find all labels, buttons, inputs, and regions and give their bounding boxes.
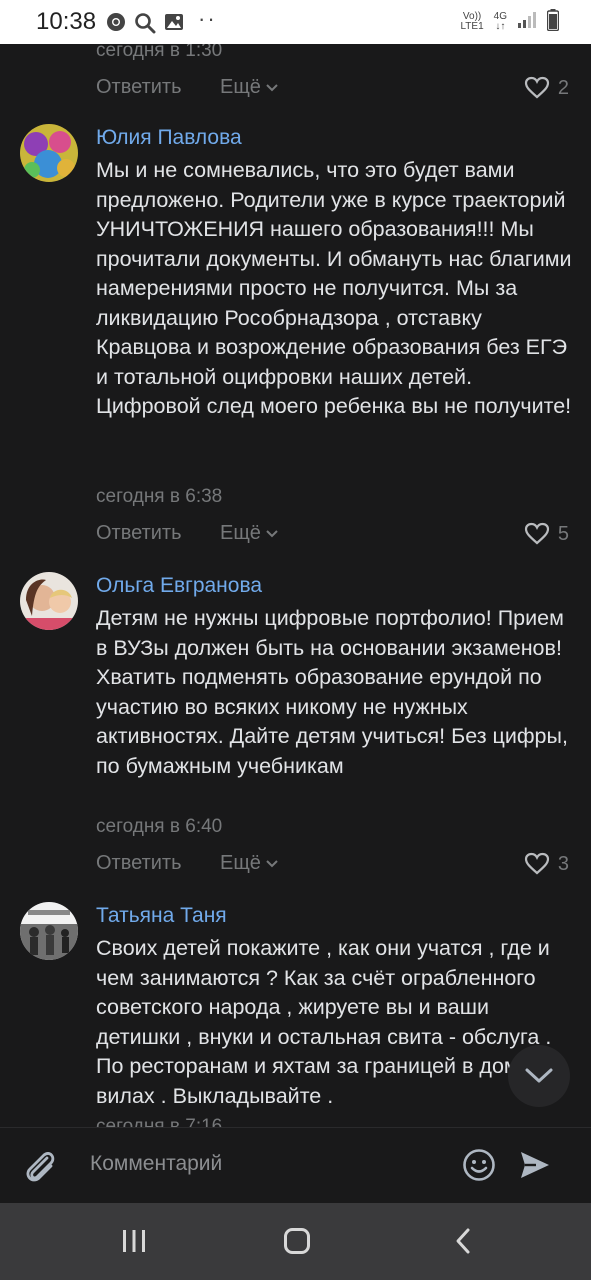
more-button[interactable]: Ещё bbox=[220, 522, 279, 545]
chevron-down-icon bbox=[266, 859, 278, 867]
comment-time: сегодня в 6:40 bbox=[96, 816, 223, 837]
signal-icon bbox=[517, 11, 537, 34]
like-count: 3 bbox=[557, 852, 569, 875]
volte-indicator: Vo)) LTE1 bbox=[460, 12, 483, 32]
more-label: Ещё bbox=[220, 522, 261, 544]
comment-actions: Ответить Ещё 3 bbox=[0, 852, 591, 882]
like-count: 2 bbox=[557, 76, 569, 99]
reply-button[interactable]: Ответить bbox=[96, 522, 182, 545]
like-count: 5 bbox=[557, 522, 569, 545]
comment-time: сегодня в 1:30 bbox=[96, 44, 223, 61]
more-button[interactable]: Ещё bbox=[220, 852, 279, 875]
smile-icon[interactable] bbox=[462, 1148, 496, 1187]
system-nav-bar bbox=[0, 1203, 591, 1280]
comment-text: Детям не нужны цифровые портфолио! Прием… bbox=[96, 606, 568, 778]
chevron-down-icon bbox=[266, 83, 278, 91]
chevron-down-icon bbox=[266, 529, 278, 537]
comment-actions: Ответить Ещё 5 bbox=[0, 522, 591, 552]
more-button[interactable]: Ещё bbox=[220, 76, 279, 99]
comments-feed[interactable]: сегодня в 1:30 Ответить Ещё 2 Юлия Павло… bbox=[0, 44, 591, 1127]
comment-time: сегодня в 7:16 bbox=[96, 1116, 223, 1127]
avatar[interactable] bbox=[20, 572, 78, 630]
home-icon[interactable] bbox=[283, 1227, 311, 1260]
back-icon[interactable] bbox=[450, 1227, 478, 1260]
reply-button[interactable]: Ответить bbox=[96, 852, 182, 875]
recents-icon[interactable] bbox=[120, 1227, 148, 1260]
status-more-dots: ·· bbox=[198, 6, 217, 31]
search-icon bbox=[134, 12, 156, 39]
like-button[interactable]: 2 bbox=[524, 76, 569, 100]
chrome-icon bbox=[106, 12, 126, 37]
battery-icon bbox=[546, 8, 560, 36]
avatar[interactable] bbox=[20, 124, 78, 182]
paperclip-icon[interactable] bbox=[22, 1146, 58, 1191]
comment-author[interactable]: Татьяна Таня bbox=[96, 904, 227, 928]
reply-button[interactable]: Ответить bbox=[96, 76, 182, 99]
comment-text: Мы и не сомневались, что это будет вами … bbox=[96, 158, 572, 418]
chevron-down-icon bbox=[525, 1068, 553, 1083]
like-button[interactable]: 5 bbox=[524, 522, 569, 546]
comment-author[interactable]: Юлия Павлова bbox=[96, 126, 242, 150]
comment-author[interactable]: Ольга Евгранова bbox=[96, 574, 262, 598]
gallery-icon bbox=[164, 12, 184, 37]
comment-time: сегодня в 6:38 bbox=[96, 486, 223, 507]
status-bar: 10:38 ·· Vo)) LTE1 4G ↓↑ bbox=[0, 0, 591, 44]
heart-icon bbox=[524, 76, 549, 99]
send-icon[interactable] bbox=[518, 1148, 552, 1187]
scroll-down-button[interactable] bbox=[508, 1045, 570, 1107]
like-button[interactable]: 3 bbox=[524, 852, 569, 876]
more-label: Ещё bbox=[220, 76, 261, 98]
comment-composer: Комментарий bbox=[0, 1127, 591, 1203]
more-label: Ещё bbox=[220, 852, 261, 874]
avatar[interactable] bbox=[20, 902, 78, 960]
comment-input[interactable]: Комментарий bbox=[90, 1152, 222, 1176]
comment-actions: Ответить Ещё 2 bbox=[0, 76, 591, 106]
lte-label: LTE1 bbox=[460, 21, 484, 32]
mobile-data-indicator: 4G ↓↑ bbox=[493, 11, 507, 32]
heart-icon bbox=[524, 522, 549, 545]
heart-icon bbox=[524, 852, 549, 875]
comment-text: Своих детей покажите , как они учатся , … bbox=[96, 936, 560, 1108]
status-time: 10:38 bbox=[36, 8, 97, 35]
